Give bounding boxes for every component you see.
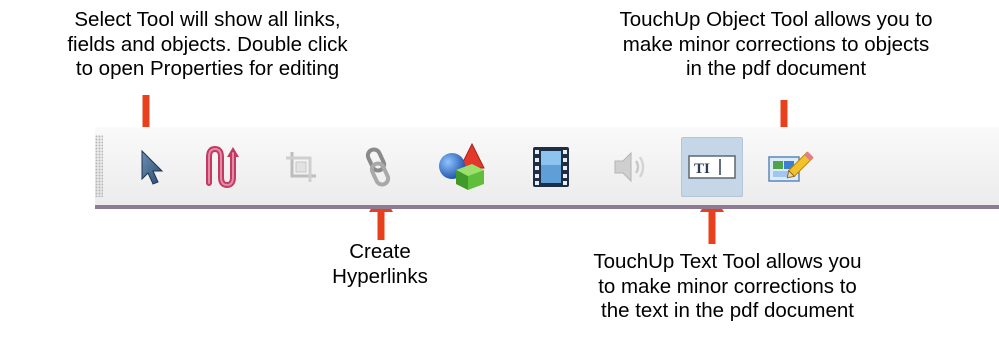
create-hyperlinks-callout: Create Hyperlinks [300,240,460,289]
text-cursor-box-icon: TI [688,155,736,179]
callout-line: Create [349,240,411,263]
article-tool-button[interactable] [193,137,249,197]
svg-text:TI: TI [694,161,710,177]
3d-shapes-icon [439,142,485,190]
callout-line: in the pdf document [685,57,867,80]
select-tool-callout: Select Tool will show all links, fields … [20,8,395,82]
touchup-text-tool-button[interactable]: TI [681,137,743,197]
3d-tool-button[interactable] [435,137,491,197]
callout-line: the text in the pdf document [601,299,854,322]
select-tool-button[interactable] [123,137,179,197]
speaker-icon [614,151,645,183]
film-strip-icon [533,147,569,187]
callout-line: Hyperlinks [332,264,428,288]
touchup-object-tool-callout: TouchUp Object Tool allows you to make m… [556,8,996,82]
link-tool-button[interactable] [350,137,406,197]
callout-line: TouchUp Object Tool allows you to [619,8,933,31]
callout-line: fields and objects. Double click [67,32,348,56]
sound-tool-button[interactable] [603,137,659,197]
toolbar-grip-handle[interactable] [95,135,103,197]
advanced-editing-toolbar: TI [95,127,999,209]
callout-line: to make minor corrections to [598,274,857,298]
callout-line: make minor corrections to objects [622,32,930,56]
cursor-arrow-icon [141,149,164,185]
video-tool-button[interactable] [523,137,579,197]
article-thread-icon [206,145,239,189]
callout-line: TouchUp Text Tool allows you [593,250,862,273]
callout-line: to open Properties for editing [75,57,340,80]
callout-line: Select Tool will show all links, [74,8,341,31]
crop-tool-button[interactable] [273,137,329,197]
touchup-text-tool-callout: TouchUp Text Tool allows you to make min… [530,250,925,324]
touchup-object-tool-button[interactable] [763,137,819,197]
pencil-edit-icon [768,151,814,182]
chain-link-icon [365,147,391,187]
crop-icon [286,152,316,182]
